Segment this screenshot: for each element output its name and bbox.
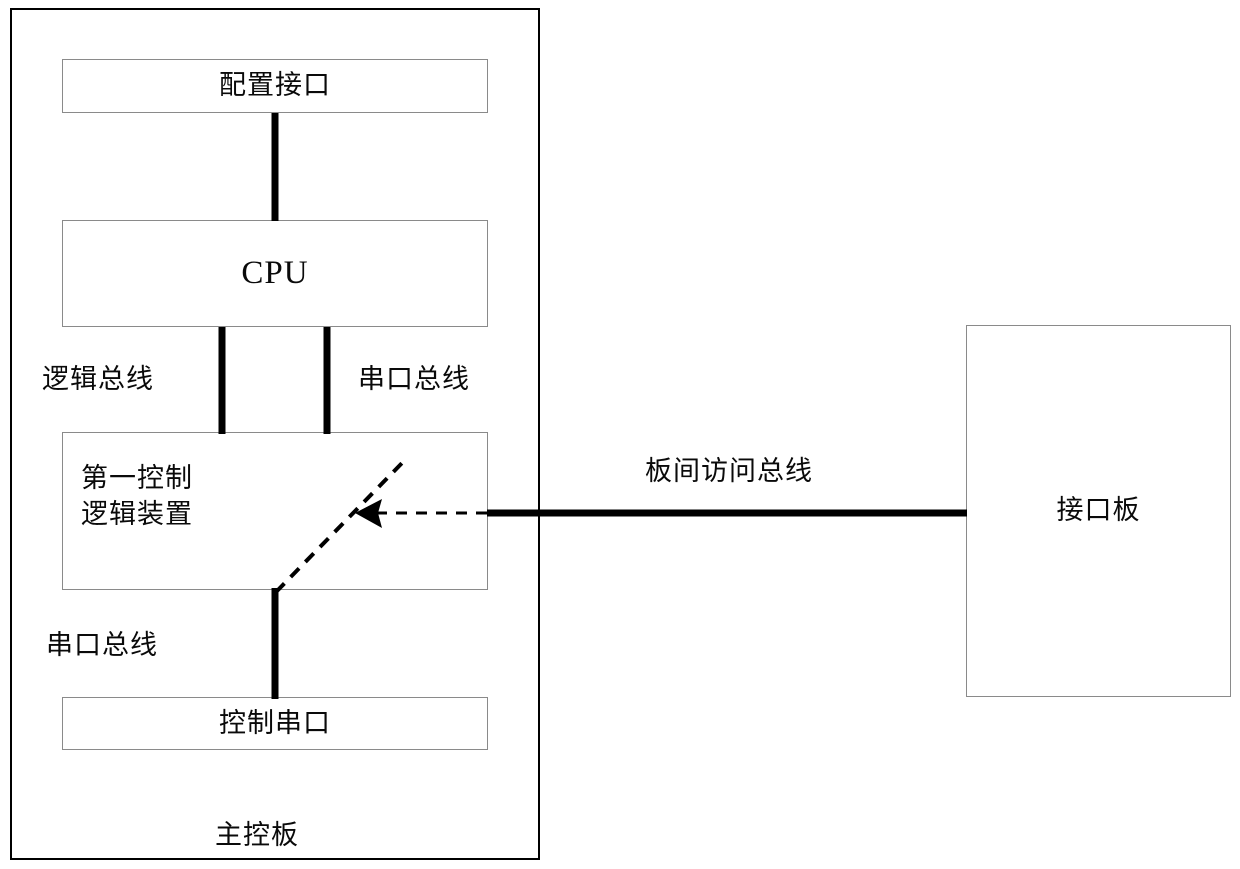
serial-bus-bottom-label: 串口总线 (46, 630, 158, 661)
connector-lines-layer (218, 113, 967, 699)
inter-board-arrowhead (355, 499, 382, 528)
inter-board-bus-label: 板间访问总线 (645, 456, 813, 487)
serial-bus-top-label: 串口总线 (358, 364, 470, 395)
block-diagram-canvas: 接口板 配置接口 CPU 第一控制 逻辑装置 控制串口 逻辑总线 串口总线 串口… (0, 0, 1240, 869)
switch-diagonal-dashed (274, 459, 406, 594)
logic-bus-label: 逻辑总线 (42, 364, 154, 395)
main-board-label: 主控板 (215, 820, 299, 851)
